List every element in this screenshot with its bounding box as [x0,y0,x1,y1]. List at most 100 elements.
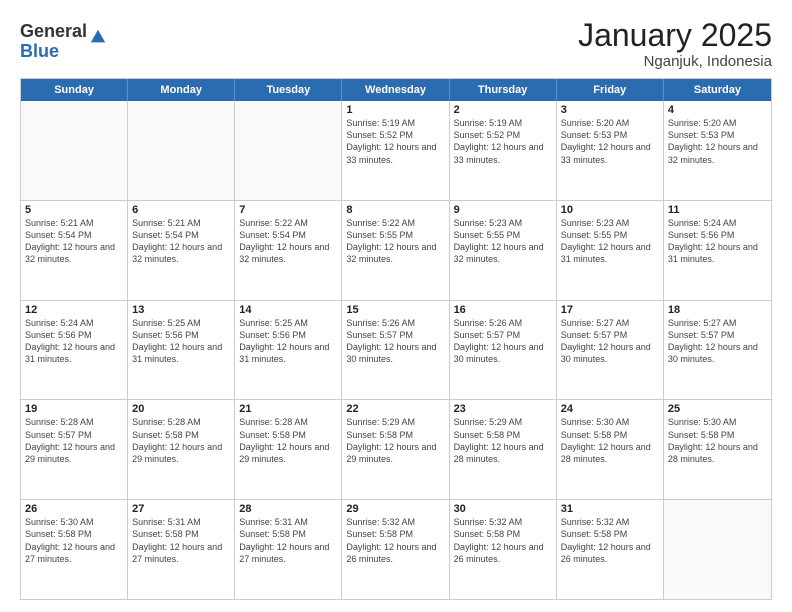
calendar-cell: 12Sunrise: 5:24 AMSunset: 5:56 PMDayligh… [21,301,128,400]
day-info: Sunrise: 5:24 AMSunset: 5:56 PMDaylight:… [668,217,767,266]
calendar-cell: 21Sunrise: 5:28 AMSunset: 5:58 PMDayligh… [235,400,342,499]
calendar-cell [664,500,771,599]
day-number: 14 [239,304,337,316]
day-info: Sunrise: 5:27 AMSunset: 5:57 PMDaylight:… [668,317,767,366]
day-info: Sunrise: 5:21 AMSunset: 5:54 PMDaylight:… [25,217,123,266]
day-number: 11 [668,204,767,216]
calendar-cell: 18Sunrise: 5:27 AMSunset: 5:57 PMDayligh… [664,301,771,400]
weekday-header: Wednesday [342,79,449,101]
calendar-cell: 17Sunrise: 5:27 AMSunset: 5:57 PMDayligh… [557,301,664,400]
calendar-cell: 31Sunrise: 5:32 AMSunset: 5:58 PMDayligh… [557,500,664,599]
day-info: Sunrise: 5:21 AMSunset: 5:54 PMDaylight:… [132,217,230,266]
day-number: 27 [132,503,230,515]
day-number: 22 [346,403,444,415]
day-info: Sunrise: 5:22 AMSunset: 5:55 PMDaylight:… [346,217,444,266]
day-number: 12 [25,304,123,316]
day-number: 18 [668,304,767,316]
logo: General Blue [20,22,107,62]
day-number: 15 [346,304,444,316]
day-number: 8 [346,204,444,216]
calendar-row: 12Sunrise: 5:24 AMSunset: 5:56 PMDayligh… [21,300,771,400]
day-number: 31 [561,503,659,515]
calendar-cell: 20Sunrise: 5:28 AMSunset: 5:58 PMDayligh… [128,400,235,499]
day-info: Sunrise: 5:28 AMSunset: 5:58 PMDaylight:… [239,416,337,465]
day-number: 21 [239,403,337,415]
location: Nganjuk, Indonesia [578,53,772,70]
day-number: 28 [239,503,337,515]
calendar-cell: 7Sunrise: 5:22 AMSunset: 5:54 PMDaylight… [235,201,342,300]
calendar-row: 5Sunrise: 5:21 AMSunset: 5:54 PMDaylight… [21,200,771,300]
day-number: 6 [132,204,230,216]
day-info: Sunrise: 5:26 AMSunset: 5:57 PMDaylight:… [346,317,444,366]
calendar-row: 26Sunrise: 5:30 AMSunset: 5:58 PMDayligh… [21,499,771,599]
day-info: Sunrise: 5:32 AMSunset: 5:58 PMDaylight:… [454,516,552,565]
weekday-header: Thursday [450,79,557,101]
day-number: 9 [454,204,552,216]
day-info: Sunrise: 5:23 AMSunset: 5:55 PMDaylight:… [561,217,659,266]
day-info: Sunrise: 5:27 AMSunset: 5:57 PMDaylight:… [561,317,659,366]
calendar-body: 1Sunrise: 5:19 AMSunset: 5:52 PMDaylight… [21,101,771,599]
day-number: 30 [454,503,552,515]
day-info: Sunrise: 5:19 AMSunset: 5:52 PMDaylight:… [454,117,552,166]
calendar-cell: 28Sunrise: 5:31 AMSunset: 5:58 PMDayligh… [235,500,342,599]
day-info: Sunrise: 5:24 AMSunset: 5:56 PMDaylight:… [25,317,123,366]
day-info: Sunrise: 5:22 AMSunset: 5:54 PMDaylight:… [239,217,337,266]
calendar-cell [128,101,235,200]
day-number: 4 [668,104,767,116]
calendar-cell: 3Sunrise: 5:20 AMSunset: 5:53 PMDaylight… [557,101,664,200]
calendar-cell: 2Sunrise: 5:19 AMSunset: 5:52 PMDaylight… [450,101,557,200]
logo-blue: Blue [20,42,87,62]
calendar-cell: 8Sunrise: 5:22 AMSunset: 5:55 PMDaylight… [342,201,449,300]
day-info: Sunrise: 5:30 AMSunset: 5:58 PMDaylight:… [668,416,767,465]
calendar-row: 1Sunrise: 5:19 AMSunset: 5:52 PMDaylight… [21,101,771,200]
day-info: Sunrise: 5:20 AMSunset: 5:53 PMDaylight:… [668,117,767,166]
calendar-cell: 14Sunrise: 5:25 AMSunset: 5:56 PMDayligh… [235,301,342,400]
day-number: 16 [454,304,552,316]
day-info: Sunrise: 5:32 AMSunset: 5:58 PMDaylight:… [561,516,659,565]
day-info: Sunrise: 5:29 AMSunset: 5:58 PMDaylight:… [454,416,552,465]
calendar-cell: 24Sunrise: 5:30 AMSunset: 5:58 PMDayligh… [557,400,664,499]
day-number: 19 [25,403,123,415]
day-info: Sunrise: 5:31 AMSunset: 5:58 PMDaylight:… [132,516,230,565]
day-info: Sunrise: 5:20 AMSunset: 5:53 PMDaylight:… [561,117,659,166]
weekday-header: Sunday [21,79,128,101]
weekday-header: Monday [128,79,235,101]
day-number: 29 [346,503,444,515]
day-info: Sunrise: 5:30 AMSunset: 5:58 PMDaylight:… [25,516,123,565]
day-number: 2 [454,104,552,116]
day-number: 24 [561,403,659,415]
day-info: Sunrise: 5:25 AMSunset: 5:56 PMDaylight:… [132,317,230,366]
calendar-cell: 26Sunrise: 5:30 AMSunset: 5:58 PMDayligh… [21,500,128,599]
calendar-cell: 23Sunrise: 5:29 AMSunset: 5:58 PMDayligh… [450,400,557,499]
calendar: SundayMondayTuesdayWednesdayThursdayFrid… [20,78,772,600]
calendar-cell: 11Sunrise: 5:24 AMSunset: 5:56 PMDayligh… [664,201,771,300]
day-info: Sunrise: 5:32 AMSunset: 5:58 PMDaylight:… [346,516,444,565]
day-number: 23 [454,403,552,415]
weekday-header: Friday [557,79,664,101]
calendar-row: 19Sunrise: 5:28 AMSunset: 5:57 PMDayligh… [21,399,771,499]
calendar-cell: 5Sunrise: 5:21 AMSunset: 5:54 PMDaylight… [21,201,128,300]
calendar-cell [21,101,128,200]
calendar-cell: 22Sunrise: 5:29 AMSunset: 5:58 PMDayligh… [342,400,449,499]
day-number: 25 [668,403,767,415]
weekday-header: Tuesday [235,79,342,101]
calendar-cell: 30Sunrise: 5:32 AMSunset: 5:58 PMDayligh… [450,500,557,599]
calendar-cell: 27Sunrise: 5:31 AMSunset: 5:58 PMDayligh… [128,500,235,599]
day-info: Sunrise: 5:29 AMSunset: 5:58 PMDaylight:… [346,416,444,465]
day-number: 7 [239,204,337,216]
calendar-cell [235,101,342,200]
calendar-cell: 19Sunrise: 5:28 AMSunset: 5:57 PMDayligh… [21,400,128,499]
day-number: 3 [561,104,659,116]
page-header: General Blue January 2025 Nganjuk, Indon… [20,18,772,70]
day-number: 5 [25,204,123,216]
calendar-cell: 29Sunrise: 5:32 AMSunset: 5:58 PMDayligh… [342,500,449,599]
day-info: Sunrise: 5:19 AMSunset: 5:52 PMDaylight:… [346,117,444,166]
calendar-header: SundayMondayTuesdayWednesdayThursdayFrid… [21,79,771,101]
day-number: 17 [561,304,659,316]
day-number: 13 [132,304,230,316]
day-info: Sunrise: 5:28 AMSunset: 5:58 PMDaylight:… [132,416,230,465]
calendar-cell: 9Sunrise: 5:23 AMSunset: 5:55 PMDaylight… [450,201,557,300]
calendar-cell: 1Sunrise: 5:19 AMSunset: 5:52 PMDaylight… [342,101,449,200]
calendar-cell: 4Sunrise: 5:20 AMSunset: 5:53 PMDaylight… [664,101,771,200]
day-number: 26 [25,503,123,515]
